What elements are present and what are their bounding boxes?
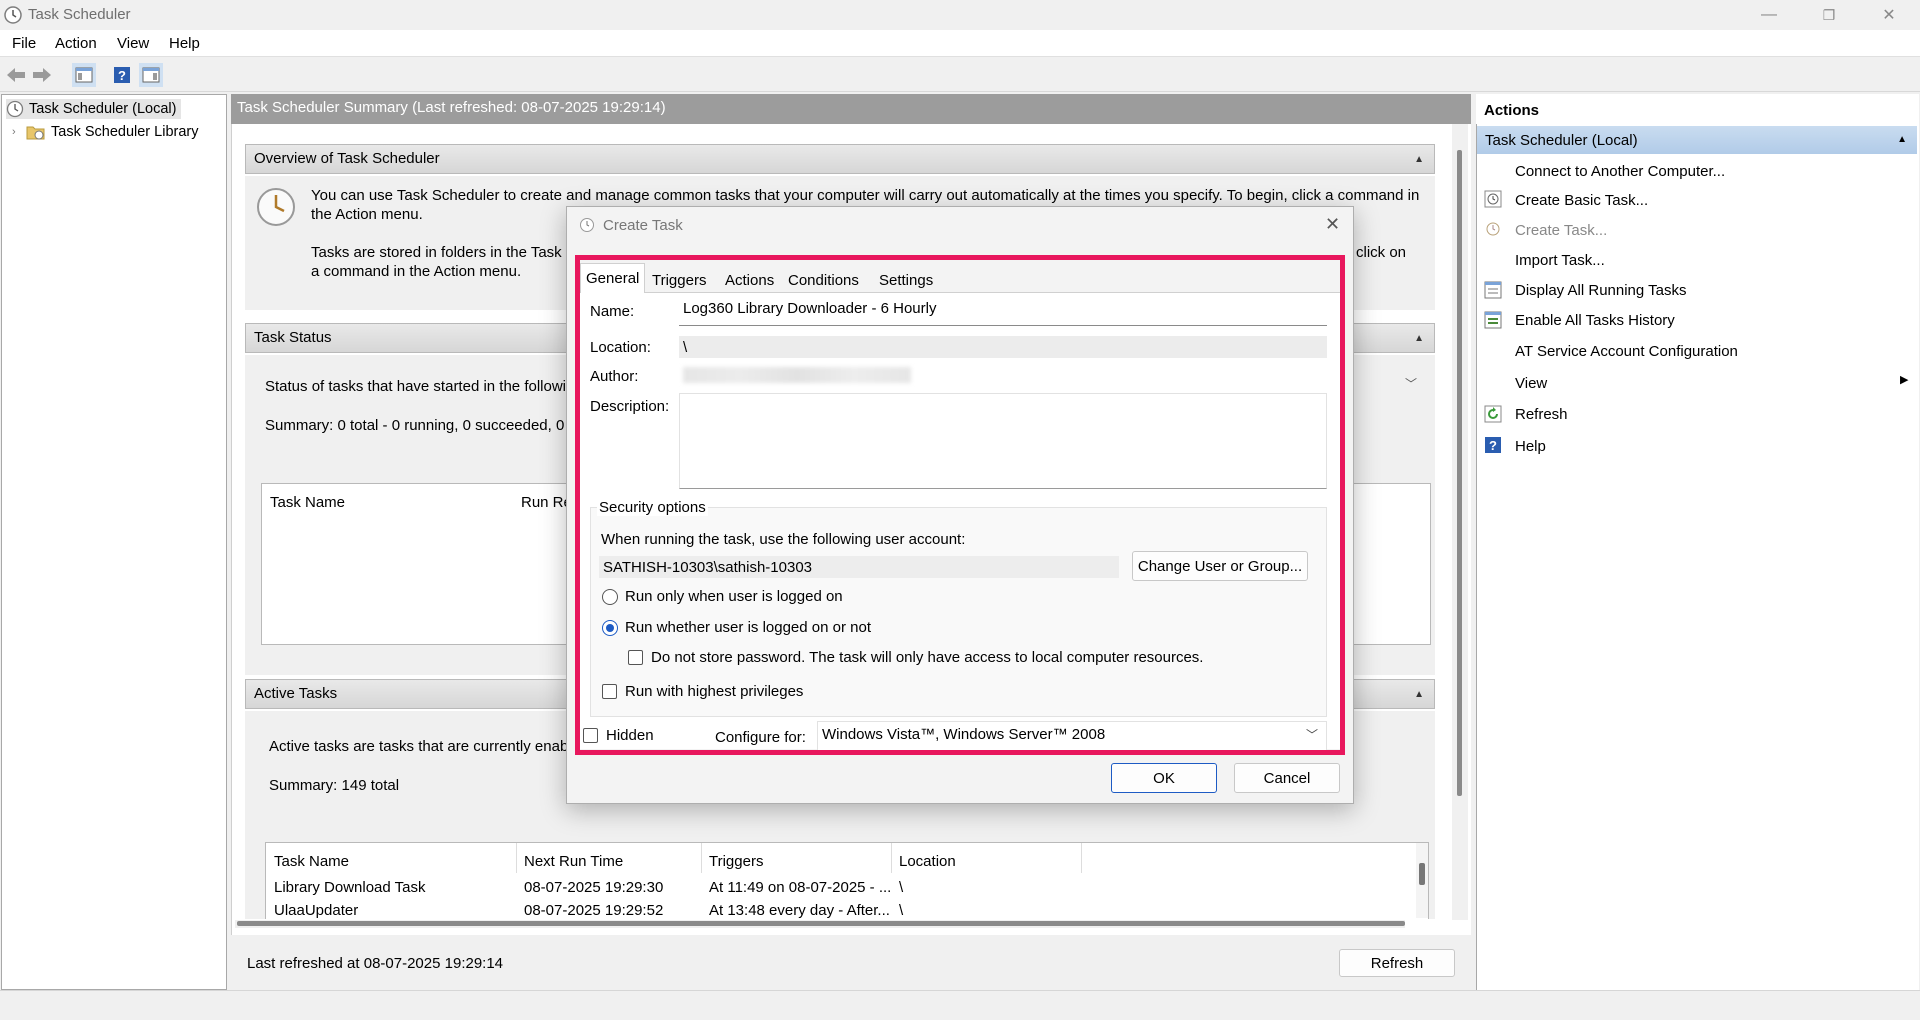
horizontal-scrollbar[interactable] [235,920,1405,928]
tree-item-library-label: Task Scheduler Library [51,124,199,140]
bottom-bar: Last refreshed at 08-07-2025 19:29:14 Re… [231,935,1471,990]
help-icon[interactable]: ? [110,63,134,87]
actions-group-header[interactable]: Task Scheduler (Local) ▲ [1477,126,1917,154]
back-icon[interactable] [4,63,28,87]
action-display-running[interactable]: Display All Running Tasks [1515,279,1686,301]
table-row[interactable]: UlaaUpdater 08-07-2025 19:29:52 At 13:48… [266,843,1406,918]
clock-icon [580,218,594,232]
window-title: Task Scheduler [28,6,131,23]
action-create-basic-task[interactable]: Create Basic Task... [1515,189,1648,211]
refresh-icon [1484,405,1502,423]
refresh-button[interactable]: Refresh [1339,949,1455,977]
action-enable-history[interactable]: Enable All Tasks History [1515,309,1675,331]
collapse-icon[interactable]: ▲ [1414,333,1424,344]
action-view[interactable]: View [1515,372,1547,394]
summary-header: Task Scheduler Summary (Last refreshed: … [231,94,1471,124]
actions-group-label: Task Scheduler (Local) [1485,132,1638,149]
clock-icon [1486,222,1500,236]
cancel-button[interactable]: Cancel [1234,763,1340,793]
overview-paragraph-2c: click on [1356,244,1407,261]
cell-location: \ [899,902,904,918]
menu-help[interactable]: Help [169,35,200,52]
tree-item-local[interactable]: Task Scheduler (Local) [6,99,181,119]
cell-task-name: UlaaUpdater [274,902,359,918]
navigation-tree: Task Scheduler (Local) › Task Scheduler … [1,94,227,990]
action-connect[interactable]: Connect to Another Computer... [1515,160,1725,182]
grid-scrollbar[interactable] [1416,843,1428,918]
history-icon [1484,311,1502,329]
action-create-task[interactable]: Create Task... [1515,219,1607,241]
svg-text:?: ? [118,68,126,83]
show-hide-tree-icon[interactable] [72,63,96,87]
chevron-down-icon[interactable]: ﹀ [1405,375,1417,392]
clock-icon [6,100,24,118]
action-help[interactable]: Help [1515,435,1546,457]
overview-paragraph-2a: Tasks are stored in folders in the Task … [311,244,576,261]
clock-icon [4,6,22,24]
task-scheduler-clock-icon [257,188,295,226]
cell-next-run-time: 08-07-2025 19:29:52 [524,902,664,918]
overview-section-header[interactable]: Overview of Task Scheduler ▲ [245,144,1435,174]
close-button[interactable]: ✕ [1860,0,1918,30]
last-refreshed-text: Last refreshed at 08-07-2025 19:29:14 [247,955,504,972]
overview-paragraph-2b: a command in the Action menu. [311,263,522,280]
task-status-summary: Summary: 0 total - 0 running, 0 succeede… [265,417,576,434]
collapse-icon[interactable]: ▲ [1414,689,1424,700]
ok-button[interactable]: OK [1111,763,1217,793]
maximize-button[interactable]: ❐ [1800,0,1858,30]
cell-triggers: At 13:48 every day - After... [709,902,890,918]
overview-section-title: Overview of Task Scheduler [254,150,440,167]
column-header-task-name[interactable]: Task Name [270,494,345,511]
menu-action[interactable]: Action [55,35,97,52]
collapse-icon[interactable]: ▲ [1897,134,1907,145]
active-tasks-grid: Task Name Next Run Time Triggers Locatio… [265,842,1429,919]
action-import-task[interactable]: Import Task... [1515,249,1605,271]
action-refresh[interactable]: Refresh [1515,403,1568,425]
svg-text:?: ? [1489,438,1497,453]
column-header-run-result[interactable]: Run Re [521,494,572,511]
help-icon: ? [1485,437,1501,453]
close-icon[interactable]: ✕ [1325,214,1340,235]
task-status-section-title: Task Status [254,329,332,346]
clock-icon [1484,190,1502,208]
show-hide-action-pane-icon[interactable] [139,63,163,87]
active-tasks-summary: Summary: 149 total [269,777,400,794]
menu-bar: File Action View Help [0,30,1920,56]
status-bar [0,990,1920,1020]
folder-clock-icon [26,126,45,140]
menu-file[interactable]: File [12,35,36,52]
menu-view[interactable]: View [117,35,149,52]
minimize-button[interactable]: — [1740,0,1798,30]
vertical-scrollbar[interactable] [1452,124,1468,920]
tree-item-library[interactable]: › Task Scheduler Library [12,122,199,142]
submenu-arrow-icon[interactable]: ▶ [1900,373,1908,386]
task-status-text: Status of tasks that have started in the… [265,378,575,395]
dialog-title-bar: Create Task ✕ [567,207,1353,245]
highlight-box [575,255,1345,755]
action-at-service[interactable]: AT Service Account Configuration [1515,340,1738,362]
actions-title: Actions [1476,94,1919,124]
toolbar: ? [0,56,1920,92]
list-icon [1484,281,1502,299]
create-task-dialog: Create Task ✕ General Triggers Actions C… [566,206,1354,804]
forward-icon[interactable] [30,63,54,87]
active-tasks-text: Active tasks are tasks that are currentl… [269,738,580,755]
dialog-title: Create Task [603,217,683,234]
title-bar: Task Scheduler — ❐ ✕ [0,0,1920,30]
collapse-icon[interactable]: ▲ [1414,154,1424,165]
chevron-right-icon[interactable]: › [12,126,26,138]
active-tasks-section-title: Active Tasks [254,685,338,702]
tree-item-local-label: Task Scheduler (Local) [29,101,177,117]
